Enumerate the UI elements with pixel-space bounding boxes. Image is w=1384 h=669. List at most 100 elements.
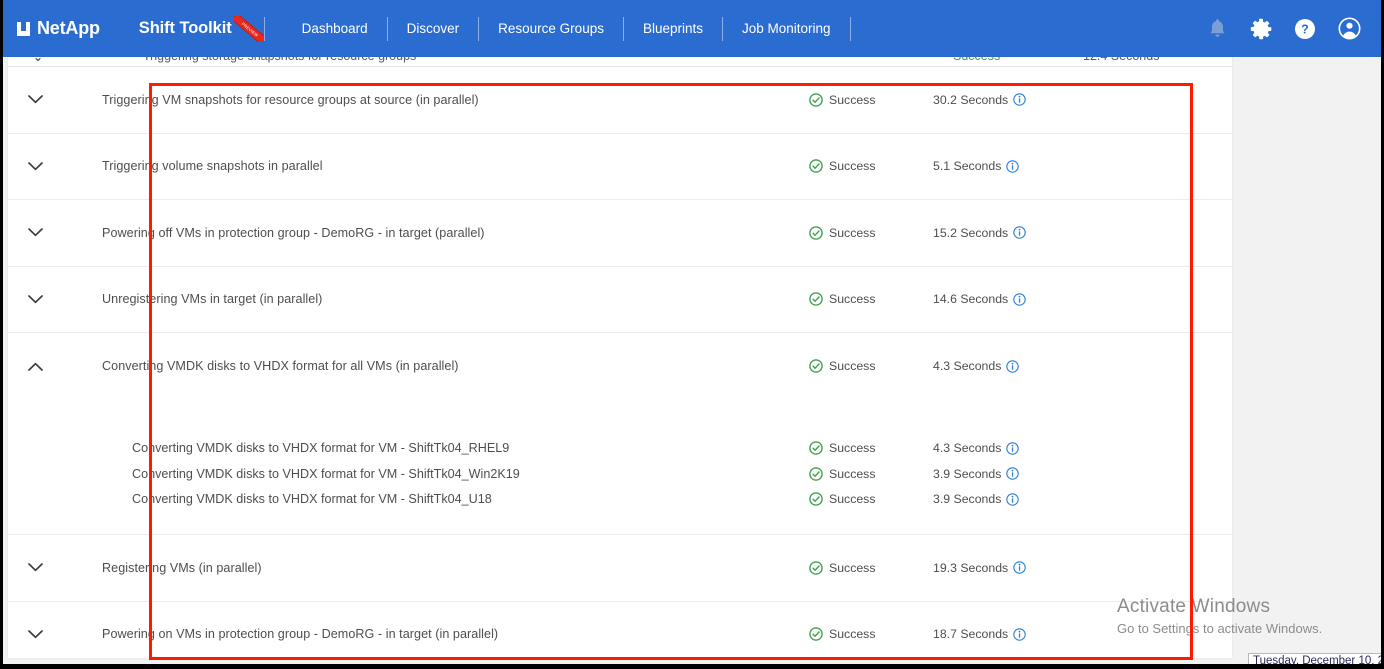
info-icon [1013, 93, 1026, 106]
job-steps-panel: ⌄ Triggering storage snapshots for resou… [8, 57, 1232, 668]
user-account-icon[interactable] [1336, 16, 1362, 42]
app-title-group: Shift Toolkit PREVIEW [138, 15, 264, 42]
nav-item-blueprints[interactable]: Blueprints [624, 0, 722, 57]
success-check-icon [809, 441, 823, 456]
sub-table-row[interactable]: Converting VMDK disks to VHDX format for… [8, 436, 1232, 462]
step-label: Powering off VMs in protection group - D… [102, 225, 485, 240]
preview-ribbon-badge: PREVIEW [233, 15, 264, 42]
success-check-icon [809, 627, 823, 642]
preview-ribbon-band: PREVIEW [233, 15, 264, 42]
status-badge: Success [809, 226, 875, 240]
sub-table-row[interactable]: Converting VMDK disks to VHDX format for… [8, 461, 1232, 487]
duration-text: 15.2 Seconds [933, 225, 1009, 240]
duration-text: 5.1 Seconds [933, 159, 1002, 174]
status-badge: Success [809, 561, 875, 575]
status-text: Success [829, 560, 876, 575]
duration-cell: 15.2 Seconds [933, 226, 1026, 240]
step-label: Converting VMDK disks to VHDX format for… [102, 359, 459, 374]
duration-cell: 4.3 Seconds [933, 441, 1020, 456]
info-icon [1006, 360, 1020, 373]
screen: NetApp Shift Toolkit PREVIEW Dashboard D… [0, 0, 1384, 669]
capture-edge-bottom [0, 664, 1384, 669]
step-label: Powering on VMs in protection group - De… [102, 627, 499, 642]
sub-step-label: Converting VMDK disks to VHDX format for… [132, 466, 520, 481]
info-icon [1006, 467, 1020, 480]
status-badge: Success [809, 492, 875, 506]
capture-edge-left [0, 0, 3, 669]
duration-cell: 5.1 Seconds [933, 159, 1020, 174]
chevron-down-icon[interactable] [20, 218, 50, 248]
preview-ribbon-label: PREVIEW [240, 20, 259, 38]
table-row[interactable]: Powering off VMs in protection group - D… [8, 200, 1232, 267]
status-text: Success [829, 492, 876, 507]
nav-item-resource-groups[interactable]: Resource Groups [479, 0, 623, 57]
info-icon [1006, 442, 1020, 455]
duration-text: 3.9 Seconds [933, 466, 1002, 481]
sub-table-row[interactable]: Converting VMDK disks to VHDX format for… [8, 487, 1232, 513]
chevron-down-icon: ⌄ [8, 57, 68, 64]
nav-item-job-monitoring[interactable]: Job Monitoring [723, 0, 850, 57]
duration-text: 4.3 Seconds [933, 441, 1002, 456]
chevron-down-icon[interactable] [20, 151, 50, 181]
top-navigation-bar: NetApp Shift Toolkit PREVIEW Dashboard D… [0, 0, 1384, 57]
job-steps-list: Triggering VM snapshots for resource gro… [8, 67, 1232, 668]
duration-text: 30.2 Seconds [933, 92, 1009, 107]
status-text: Success [829, 292, 876, 307]
table-row[interactable]: Triggering VM snapshots for resource gro… [8, 67, 1232, 134]
nav-separator [263, 16, 265, 41]
nav-item-discover[interactable]: Discover [388, 0, 479, 57]
netapp-logo-text: NetApp [37, 18, 100, 38]
table-row[interactable]: Powering on VMs in protection group - De… [8, 602, 1232, 668]
status-badge: Success [809, 292, 875, 306]
navbar-actions: ? [1204, 0, 1362, 57]
nav-item-dashboard[interactable]: Dashboard [283, 0, 387, 57]
table-row[interactable]: Registering VMs (in parallel) Success 19… [8, 535, 1232, 602]
duration-text: 3.9 Seconds [933, 492, 1002, 507]
step-label: Triggering volume snapshots in parallel [102, 159, 323, 174]
step-label: Registering VMs (in parallel) [102, 560, 262, 575]
app-title: Shift Toolkit [138, 19, 232, 37]
chevron-down-icon[interactable] [20, 284, 50, 314]
duration-cell: 30.2 Seconds [933, 93, 1026, 107]
duration-cell: 3.9 Seconds [933, 466, 1020, 481]
chevron-down-icon[interactable] [20, 553, 50, 583]
duration-cell: 18.7 Seconds [933, 627, 1026, 641]
chevron-down-icon[interactable] [20, 619, 50, 649]
status-badge: Success [809, 441, 875, 455]
status-text: Success [829, 359, 876, 374]
duration-text: 4.3 Seconds [933, 359, 1002, 374]
status-text: Success [829, 159, 876, 174]
settings-gear-icon[interactable] [1248, 16, 1274, 42]
chevron-up-icon[interactable] [20, 351, 50, 381]
chevron-down-icon[interactable] [20, 85, 50, 115]
netapp-logo[interactable]: NetApp [17, 18, 100, 39]
notification-bell-icon[interactable] [1204, 16, 1230, 42]
table-row[interactable]: Unregistering VMs in target (in parallel… [8, 267, 1232, 333]
success-check-icon [809, 560, 823, 575]
status-badge: Success [809, 93, 875, 107]
partial-row-status: Success [953, 57, 1000, 63]
duration-text: 18.7 Seconds [933, 627, 1009, 642]
nav-separator [849, 16, 851, 41]
success-check-icon [809, 492, 823, 507]
duration-cell: 14.6 Seconds [933, 292, 1026, 306]
status-badge: Success [809, 467, 875, 481]
main-nav: Dashboard Discover Resource Groups Bluep… [283, 0, 851, 57]
duration-cell: 19.3 Seconds [933, 561, 1026, 575]
partial-top-row: ⌄ Triggering storage snapshots for resou… [8, 57, 1232, 66]
svg-text:?: ? [1301, 22, 1309, 36]
success-check-icon [809, 466, 823, 481]
help-icon[interactable]: ? [1292, 16, 1318, 42]
status-text: Success [829, 92, 876, 107]
table-row[interactable]: Triggering volume snapshots in parallel … [8, 134, 1232, 200]
sub-step-label: Converting VMDK disks to VHDX format for… [132, 441, 510, 456]
info-icon [1013, 226, 1026, 239]
info-icon [1013, 628, 1026, 641]
info-icon [1013, 561, 1026, 574]
sub-step-label: Converting VMDK disks to VHDX format for… [132, 492, 492, 507]
table-row[interactable]: Converting VMDK disks to VHDX format for… [8, 333, 1232, 400]
status-badge: Success [809, 159, 875, 173]
duration-cell: 4.3 Seconds [933, 359, 1020, 374]
info-icon [1013, 293, 1026, 306]
success-check-icon [809, 225, 823, 240]
